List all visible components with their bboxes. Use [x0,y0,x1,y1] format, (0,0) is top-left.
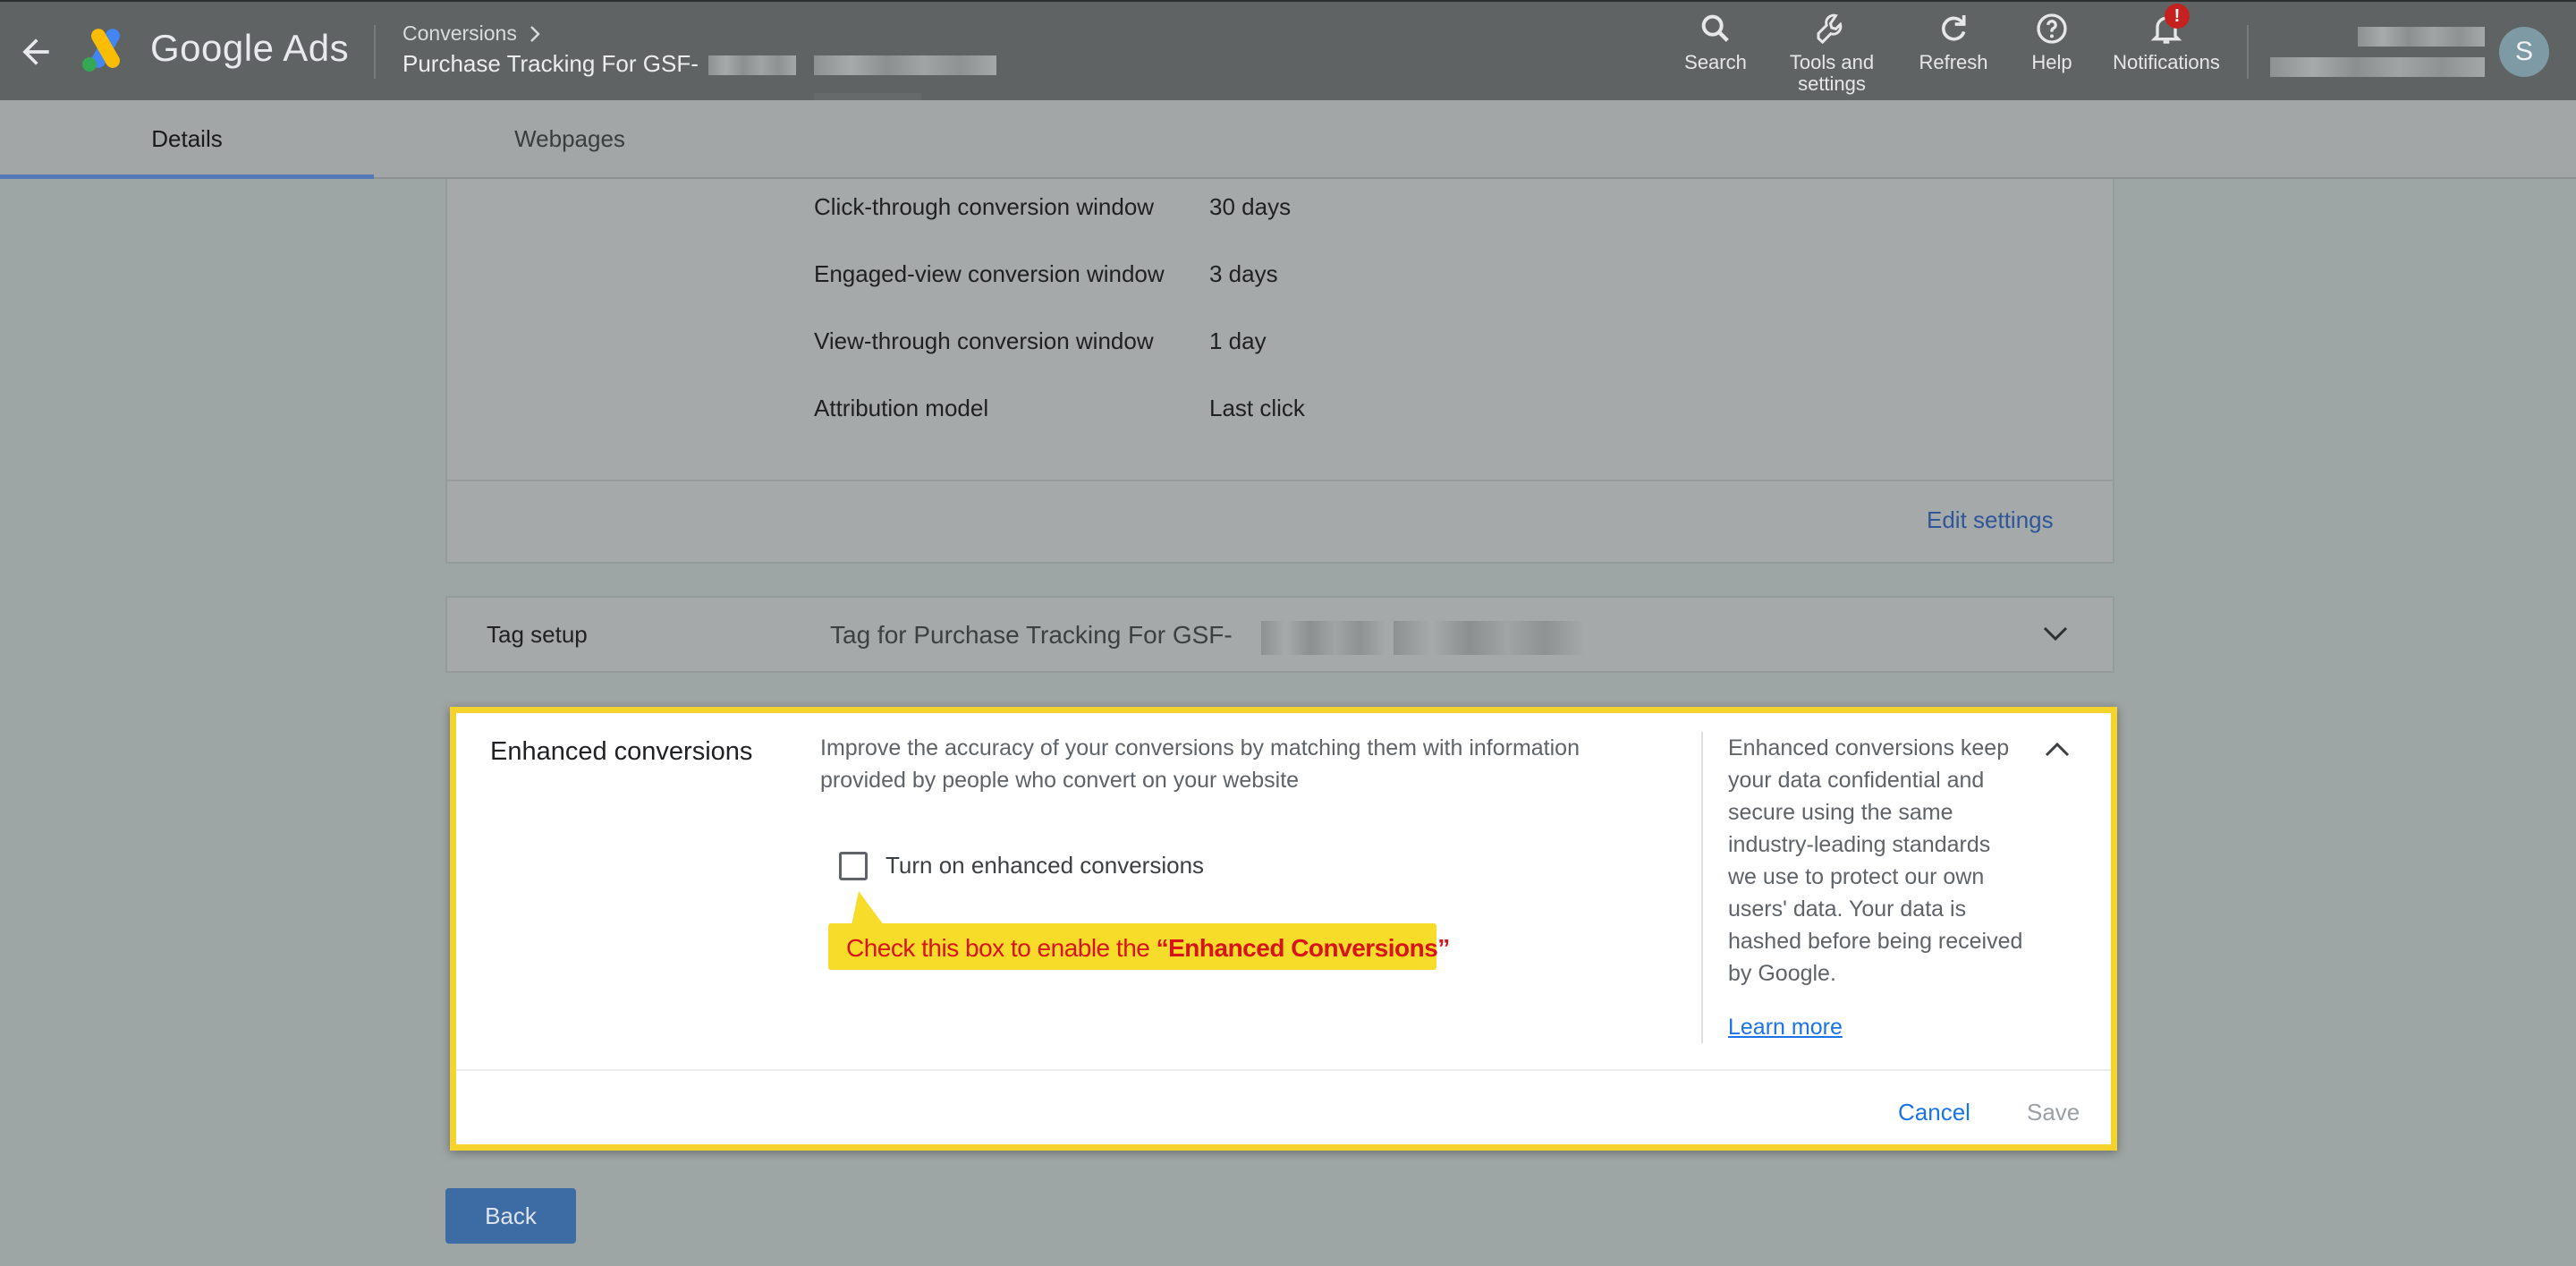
enhanced-conversions-checkbox-label[interactable]: Turn on enhanced conversions [886,852,1204,879]
cancel-button[interactable]: Cancel [1898,1099,1970,1126]
tab-bar: Details Webpages [0,100,2576,179]
setting-label: Attribution model [814,395,989,421]
callout-pointer [852,891,884,925]
google-ads-logo-icon [82,29,120,72]
brand-name: Google Ads [150,27,350,69]
enhanced-conversions-checkbox[interactable] [839,852,868,880]
learn-more-link[interactable]: Learn more [1728,1015,1843,1041]
setting-label: Click-through conversion window [814,193,1155,220]
tag-setup-label: Tag setup [487,621,588,648]
refresh-button[interactable]: Refresh [1909,11,1998,73]
setting-value: 1 day [1209,327,1267,354]
enhanced-conversions-title: Enhanced conversions [490,737,753,766]
panel-divider [1701,732,1703,1043]
redacted-text [814,55,996,75]
chevron-down-icon[interactable] [2039,621,2072,648]
setting-label: Engaged-view conversion window [814,260,1165,287]
help-icon [2037,13,2067,44]
top-app-bar: Google Ads Conversions Purchase Tracking… [0,0,2576,100]
page-title: Purchase Tracking For GSF- [402,50,699,77]
card-divider [447,480,2113,481]
redacted-text [708,55,796,75]
redacted-account-name [2358,27,2485,47]
back-arrow-icon[interactable] [16,32,55,72]
header-divider [2247,25,2249,79]
search-icon [1701,14,1729,42]
wrench-icon [1817,13,1843,45]
setting-value: 30 days [1209,193,1292,220]
notification-badge: ! [2165,4,2190,29]
tab-webpages[interactable]: Webpages [374,100,766,179]
avatar[interactable]: S [2499,27,2549,77]
redacted-text [1394,621,1583,655]
setting-value: 3 days [1209,260,1278,287]
redacted-text [1261,621,1385,655]
search-button[interactable]: Search [1671,11,1760,73]
instruction-callout-text: Check this box to enable the “Enhanced C… [846,934,1450,962]
save-button[interactable]: Save [2027,1099,2080,1126]
conversion-settings-card [445,179,2114,564]
help-button[interactable]: Help [2016,11,2088,73]
header-divider [374,25,376,79]
chevron-right-icon [530,26,540,42]
tag-setup-value: Tag for Purchase Tracking For GSF- [830,621,1233,649]
redacted-account-id [2270,57,2485,77]
edit-settings-link[interactable]: Edit settings [1927,506,2054,534]
breadcrumb[interactable]: Conversions [402,21,517,46]
setting-value: Last click [1209,395,1305,421]
tab-details[interactable]: Details [0,100,374,179]
setting-label: View-through conversion window [814,327,1154,354]
refresh-icon [1941,15,1966,41]
tools-and-settings-button[interactable]: Tools and settings [1776,11,1887,95]
enhanced-conversions-info: Enhanced conversions keep your data conf… [1728,735,2023,986]
card-footer-divider [456,1069,2111,1071]
scrolled-content-edge [814,93,921,100]
enhanced-conversions-description: Improve the accuracy of your conversions… [820,735,1580,793]
chevron-up-icon[interactable] [2041,735,2073,762]
back-button[interactable]: Back [445,1188,576,1244]
